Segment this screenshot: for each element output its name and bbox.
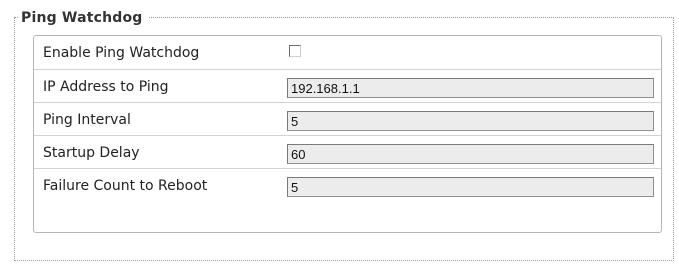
ping-interval-input[interactable] bbox=[287, 111, 654, 131]
row-failure-count: Failure Count to Reboot bbox=[34, 168, 661, 201]
ip-address-label: IP Address to Ping bbox=[43, 79, 169, 95]
row-startup-delay: Startup Delay bbox=[34, 135, 661, 168]
row-ip-address: IP Address to Ping bbox=[34, 69, 661, 102]
section-title: Ping Watchdog bbox=[18, 9, 148, 27]
enable-ping-watchdog-checkbox[interactable] bbox=[289, 45, 301, 57]
ping-interval-label: Ping Interval bbox=[43, 112, 131, 128]
row-enable-ping-watchdog: Enable Ping Watchdog bbox=[34, 36, 661, 69]
ip-address-input[interactable] bbox=[287, 78, 654, 98]
failure-count-label: Failure Count to Reboot bbox=[43, 178, 208, 194]
row-ping-interval: Ping Interval bbox=[34, 102, 661, 135]
enable-ping-watchdog-label: Enable Ping Watchdog bbox=[43, 45, 200, 61]
ping-watchdog-panel: Ping Watchdog Enable Ping Watchdog IP Ad… bbox=[0, 0, 679, 266]
settings-table: Enable Ping Watchdog IP Address to Ping … bbox=[33, 35, 662, 233]
failure-count-input[interactable] bbox=[287, 177, 654, 197]
startup-delay-input[interactable] bbox=[287, 144, 654, 164]
startup-delay-label: Startup Delay bbox=[43, 145, 140, 161]
